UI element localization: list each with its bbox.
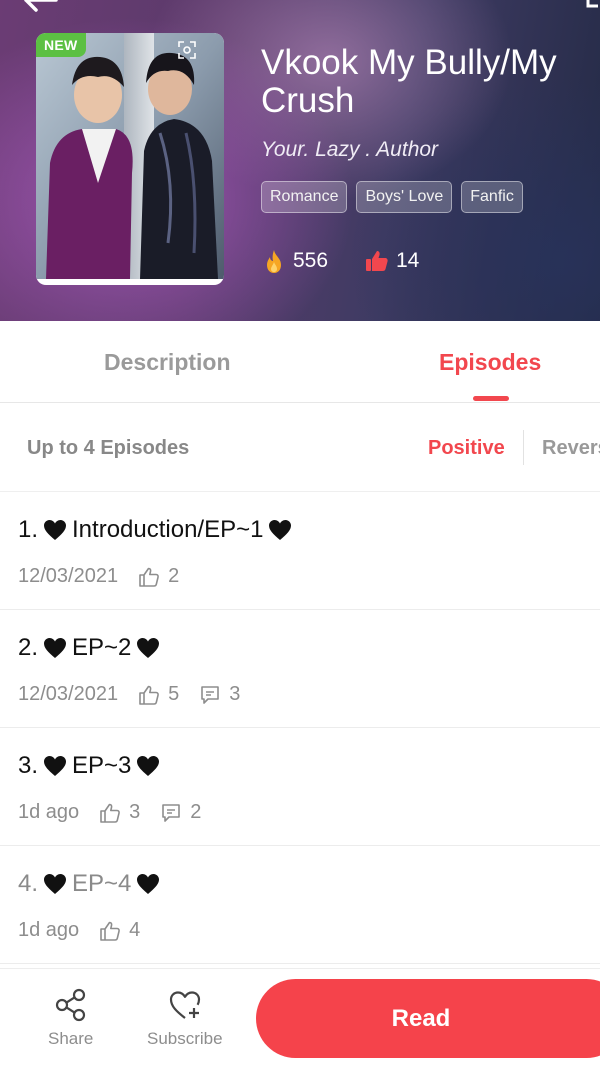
heart-icon [269, 520, 292, 540]
episode-toolbar: Up to 4 Episodes Positive Reverse [0, 403, 600, 492]
heart-icon [44, 638, 67, 658]
episode-item[interactable]: 4. EP~4 1d ago 4 [0, 846, 600, 964]
share-button[interactable]: Share [48, 987, 93, 1049]
thumbs-up-icon [139, 567, 160, 587]
book-header: NEW Vkook My Bully/My Crush Your. Lazy .… [0, 0, 600, 321]
heart-plus-icon [169, 991, 200, 1019]
episode-title: 2. EP~2 [18, 634, 165, 662]
episode-comments: 2 [190, 801, 202, 823]
active-tab-indicator [473, 396, 509, 401]
fire-icon [267, 250, 281, 273]
episode-title: 3. EP~3 [18, 752, 165, 780]
episode-likes: 2 [168, 565, 180, 587]
cover-image [36, 33, 224, 279]
thumbs-up-icon [100, 921, 121, 941]
episode-date: 12/03/2021 [18, 565, 119, 587]
episode-name: Introduction/EP~1 [72, 516, 264, 543]
thumbs-up-icon [100, 803, 121, 823]
thumbs-up-icon [366, 251, 388, 271]
episode-number: 4. [18, 870, 39, 897]
book-title: Vkook My Bully/My Crush [261, 43, 557, 120]
bottom-action-bar: Share Subscribe Read [0, 968, 600, 1066]
episode-likes: 5 [168, 683, 180, 705]
views-stat: 556 [261, 248, 328, 274]
thumbs-up-icon [139, 685, 160, 705]
episode-likes: 3 [129, 801, 141, 823]
book-cover[interactable]: NEW [36, 33, 224, 285]
episode-count: Up to 4 Episodes [27, 437, 190, 459]
scan-icon[interactable] [178, 41, 196, 59]
episode-date: 1d ago [18, 919, 80, 941]
share-label: Share [48, 1029, 94, 1048]
episode-meta: 1d ago 4 [18, 919, 140, 942]
tab-description[interactable]: Description [104, 349, 231, 376]
episode-title: 4. EP~4 [18, 870, 165, 898]
episode-number: 1. [18, 516, 39, 543]
comment-icon [201, 685, 220, 704]
tag-boys-love[interactable]: Boys' Love [356, 181, 453, 213]
back-arrow-icon[interactable] [18, 0, 58, 16]
episode-date: 12/03/2021 [18, 683, 119, 705]
comment-icon [162, 803, 181, 822]
episode-number: 3. [18, 752, 39, 779]
episode-item[interactable]: 3. EP~3 1d ago 3 2 [0, 728, 600, 846]
episode-title: 1. Introduction/EP~1 [18, 516, 297, 544]
read-button[interactable]: Read [256, 979, 600, 1058]
heart-icon [44, 520, 67, 540]
sort-positive-button[interactable]: Positive [428, 437, 505, 460]
views-count: 556 [293, 249, 329, 272]
episode-item[interactable]: 1. Introduction/EP~1 12/03/2021 2 [0, 492, 600, 610]
tag-list: Romance Boys' Love Fanfic [261, 181, 523, 213]
likes-count: 14 [396, 249, 420, 272]
episode-meta: 12/03/2021 2 [18, 565, 179, 588]
heart-icon [137, 638, 160, 658]
episode-name: EP~4 [72, 870, 132, 897]
episode-meta: 12/03/2021 5 3 [18, 683, 240, 706]
share-icon [55, 988, 85, 1022]
tab-episodes[interactable]: Episodes [439, 349, 541, 376]
expand-icon[interactable] [586, 0, 600, 10]
heart-icon [44, 874, 67, 894]
episode-item[interactable]: 2. EP~2 12/03/2021 5 3 [0, 610, 600, 728]
episode-name: EP~2 [72, 634, 132, 661]
sort-divider [523, 430, 524, 465]
tab-bar: Description Episodes [0, 321, 600, 403]
likes-stat: 14 [364, 248, 419, 274]
heart-icon [44, 756, 67, 776]
episode-number: 2. [18, 634, 39, 661]
episode-likes: 4 [129, 919, 141, 941]
tag-fanfic[interactable]: Fanfic [461, 181, 523, 213]
author-name[interactable]: Your. Lazy . Author [261, 138, 438, 162]
heart-icon [137, 874, 160, 894]
new-badge: NEW [36, 33, 86, 57]
episode-date: 1d ago [18, 801, 80, 823]
episode-meta: 1d ago 3 2 [18, 801, 201, 824]
tag-romance[interactable]: Romance [261, 181, 348, 213]
subscribe-label: Subscribe [147, 1029, 223, 1048]
episode-name: EP~3 [72, 752, 132, 779]
subscribe-button[interactable]: Subscribe [147, 987, 223, 1049]
sort-reverse-button[interactable]: Reverse [542, 437, 600, 460]
episode-comments: 3 [229, 683, 241, 705]
heart-icon [137, 756, 160, 776]
